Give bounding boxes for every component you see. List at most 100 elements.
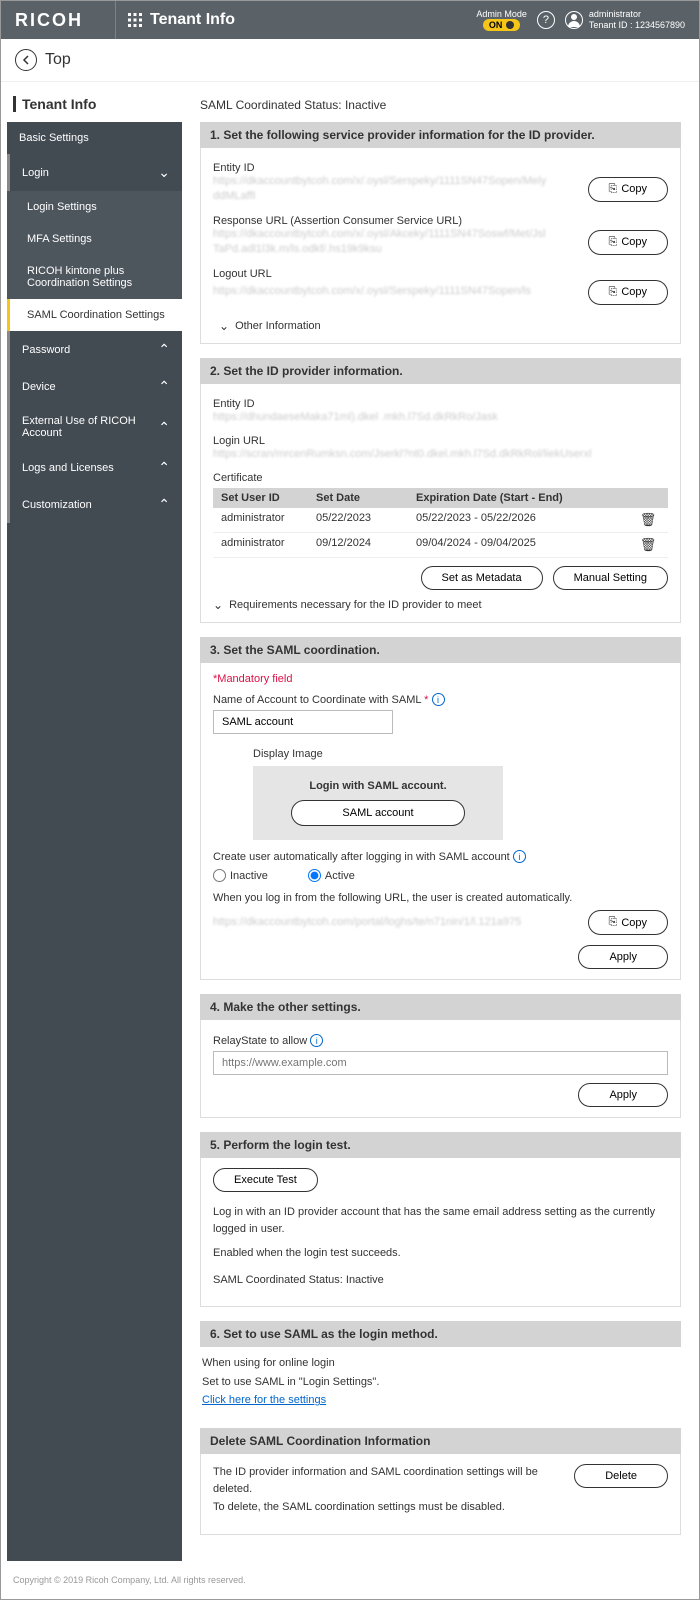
- other-information-toggle[interactable]: ⌄Other Information: [213, 315, 668, 333]
- auto-create-inactive-radio[interactable]: Inactive: [213, 869, 268, 882]
- breadcrumb-top[interactable]: Top: [45, 51, 71, 69]
- section-3-header: 3. Set the SAML coordination.: [200, 637, 681, 663]
- apply-relaystate-button[interactable]: Apply: [578, 1083, 668, 1107]
- delete-cert-icon[interactable]: 🗑: [636, 512, 660, 528]
- sidebar-item-basic[interactable]: Basic Settings: [7, 122, 182, 154]
- sidebar-item-device[interactable]: Device⌃: [7, 368, 182, 405]
- certificate-row: administrator09/12/202409/04/2024 - 09/0…: [213, 533, 668, 558]
- section-2-header: 2. Set the ID provider information.: [200, 358, 681, 384]
- response-url-value: https://dkaccountbytcoh.com/x/.oysl/Akce…: [213, 227, 578, 258]
- certificate-label: Certificate: [213, 472, 668, 484]
- mandatory-note: Mandatory field: [213, 673, 668, 685]
- sidebar-item-password[interactable]: Password⌃: [7, 331, 182, 368]
- top-bar: RICOH Tenant Info Admin Mode ON ? admini…: [1, 1, 699, 39]
- idp-entity-id-label: Entity ID: [213, 398, 668, 410]
- s6-line2: Set to use SAML in "Login Settings".: [202, 1374, 679, 1391]
- footer-copyright: Copyright © 2019 Ricoh Company, Ltd. All…: [1, 1567, 699, 1599]
- delete-button[interactable]: Delete: [574, 1464, 668, 1488]
- login-settings-link[interactable]: Click here for the settings: [202, 1394, 326, 1406]
- main-content: SAML Coordinated Status: Inactive 1. Set…: [188, 88, 693, 1561]
- delete-section-header: Delete SAML Coordination Information: [200, 1428, 681, 1454]
- sidebar-item-kintone[interactable]: RICOH kintone plus Coordination Settings: [7, 255, 182, 299]
- admin-mode-toggle[interactable]: Admin Mode ON: [476, 9, 527, 31]
- entity-id-label: Entity ID: [213, 162, 668, 174]
- entity-id-value: https://dkaccountbytcoh.com/x/.oysl/Sers…: [213, 174, 578, 205]
- login-test-desc-2: Enabled when the login test succeeds.: [213, 1245, 668, 1262]
- divider: [115, 1, 116, 39]
- user-name: administrator: [589, 9, 685, 20]
- requirements-toggle[interactable]: ⌄Requirements necessary for the ID provi…: [213, 590, 668, 612]
- copy-response-url-button[interactable]: ⎘Copy: [588, 230, 669, 255]
- copy-icon: ⎘: [609, 286, 618, 299]
- chevron-up-icon: ⌃: [158, 341, 170, 358]
- sidebar-item-login[interactable]: Login⌄: [7, 154, 182, 191]
- delete-cert-icon[interactable]: 🗑: [636, 537, 660, 553]
- auto-create-active-radio[interactable]: Active: [308, 869, 355, 882]
- chevron-up-icon: ⌃: [158, 378, 170, 395]
- admin-mode-label: Admin Mode: [476, 9, 527, 19]
- preview-text: Login with SAML account.: [273, 780, 483, 792]
- manual-setting-button[interactable]: Manual Setting: [553, 566, 668, 590]
- sidebar-item-customization[interactable]: Customization⌃: [7, 486, 182, 523]
- user-menu[interactable]: administrator Tenant ID : 1234567890: [565, 9, 685, 31]
- delete-line1: The ID provider information and SAML coo…: [213, 1464, 564, 1497]
- login-test-desc-1: Log in with an ID provider account that …: [213, 1204, 668, 1237]
- s6-line1: When using for online login: [202, 1355, 679, 1372]
- login-url-value: https://scran/mrcenRumksn.com/Jserkl?nt0…: [213, 447, 668, 462]
- chevron-up-icon: ⌃: [158, 459, 170, 476]
- section-1-header: 1. Set the following service provider in…: [200, 122, 681, 148]
- display-image-label: Display Image: [253, 748, 668, 760]
- display-image-preview: Login with SAML account. SAML account: [253, 766, 503, 840]
- execute-test-button[interactable]: Execute Test: [213, 1168, 318, 1192]
- chevron-up-icon: ⌃: [158, 496, 170, 513]
- delete-line2: To delete, the SAML coordination setting…: [213, 1499, 564, 1516]
- brand-logo: RICOH: [15, 10, 83, 31]
- auto-create-label: Create user automatically after logging …: [213, 850, 668, 863]
- info-icon[interactable]: i: [513, 850, 526, 863]
- sidebar-item-external[interactable]: External Use of RICOH Account⌃: [7, 405, 182, 449]
- certificate-row: administrator05/22/202305/22/2023 - 05/2…: [213, 508, 668, 533]
- sidebar: Tenant Info Basic Settings Login⌄ Login …: [7, 88, 182, 1561]
- account-name-input[interactable]: [213, 710, 393, 734]
- copy-auto-url-button[interactable]: ⎘Copy: [588, 910, 669, 935]
- response-url-label: Response URL (Assertion Consumer Service…: [213, 215, 668, 227]
- certificate-table-header: Set User IDSet DateExpiration Date (Star…: [213, 488, 668, 508]
- tenant-id: Tenant ID : 1234567890: [589, 20, 685, 31]
- chevron-down-icon: ⌄: [158, 164, 170, 181]
- sidebar-item-saml[interactable]: SAML Coordination Settings: [7, 299, 182, 331]
- copy-icon: ⎘: [609, 183, 618, 196]
- section-4-header: 4. Make the other settings.: [200, 994, 681, 1020]
- chevron-down-icon: ⌄: [219, 319, 229, 333]
- login-test-status: SAML Coordinated Status: Inactive: [213, 1272, 668, 1289]
- info-icon[interactable]: i: [432, 693, 445, 706]
- saml-status: SAML Coordinated Status: Inactive: [200, 92, 681, 122]
- help-icon[interactable]: ?: [537, 11, 555, 29]
- copy-icon: ⎘: [609, 916, 618, 929]
- auto-create-url: https://dkaccountbytcoh.com/portal/loghs…: [213, 915, 578, 930]
- logout-url-value: https://dkaccountbytcoh.com/x/.oysl/Sers…: [213, 284, 578, 299]
- copy-logout-url-button[interactable]: ⎘Copy: [588, 280, 669, 305]
- apply-saml-button[interactable]: Apply: [578, 945, 668, 969]
- sidebar-item-logs[interactable]: Logs and Licenses⌃: [7, 449, 182, 486]
- set-as-metadata-button[interactable]: Set as Metadata: [421, 566, 543, 590]
- idp-entity-id-value: https://dhundaeseMaka71ml).dkel .mkh.l7S…: [213, 410, 668, 425]
- page-title: Tenant Info: [150, 11, 235, 29]
- logout-url-label: Logout URL: [213, 268, 668, 280]
- section-5-header: 5. Perform the login test.: [200, 1132, 681, 1158]
- user-icon: [565, 11, 583, 29]
- section-6-header: 6. Set to use SAML as the login method.: [200, 1321, 681, 1347]
- sidebar-item-mfa[interactable]: MFA Settings: [7, 223, 182, 255]
- breadcrumb: Top: [1, 39, 699, 82]
- info-icon[interactable]: i: [310, 1034, 323, 1047]
- back-button[interactable]: [15, 49, 37, 71]
- sidebar-title: Tenant Info: [13, 96, 176, 112]
- copy-entity-id-button[interactable]: ⎘Copy: [588, 177, 669, 202]
- relaystate-input[interactable]: [213, 1051, 668, 1075]
- sidebar-item-login-settings[interactable]: Login Settings: [7, 191, 182, 223]
- apps-grid-icon[interactable]: [128, 13, 142, 27]
- account-name-label: Name of Account to Coordinate with SAML …: [213, 693, 668, 706]
- chevron-down-icon: ⌄: [213, 598, 223, 612]
- relaystate-label: RelayState to allow i: [213, 1034, 668, 1047]
- copy-icon: ⎘: [609, 236, 618, 249]
- preview-login-button: SAML account: [291, 800, 464, 826]
